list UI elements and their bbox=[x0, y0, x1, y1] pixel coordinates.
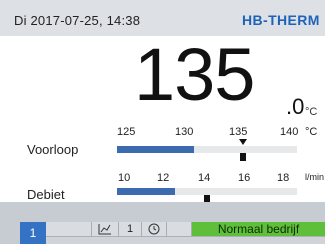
voorloop-actual-marker bbox=[240, 153, 246, 161]
chart-icon[interactable] bbox=[92, 222, 119, 236]
voorloop-unit: °C bbox=[305, 126, 318, 138]
zone-tab[interactable]: 1 bbox=[20, 222, 46, 244]
voorloop-label: Voorloop bbox=[27, 142, 79, 157]
temperature-unit: °C bbox=[305, 106, 318, 118]
datetime: Di 2017-07-25, 14:38 bbox=[14, 13, 141, 28]
status-bottom-row bbox=[46, 236, 325, 244]
voorloop-tick-label: 140 bbox=[280, 126, 299, 138]
voorloop-tick-label: 125 bbox=[117, 126, 136, 138]
voorloop-bar-fill bbox=[117, 146, 194, 153]
debiet-tick-label: 18 bbox=[277, 172, 290, 184]
zone-number: 1 bbox=[119, 222, 142, 236]
clock-icon[interactable] bbox=[142, 222, 167, 236]
operating-mode-badge[interactable]: Normaal bedrijf bbox=[192, 222, 325, 236]
brand-logo: HB-THERM bbox=[242, 12, 320, 28]
debiet-tick-label: 10 bbox=[118, 172, 131, 184]
status-cell-empty bbox=[167, 222, 192, 236]
debiet-bar-fill bbox=[117, 188, 175, 195]
voorloop-setpoint-marker bbox=[239, 139, 247, 145]
actual-temperature-value: 135 bbox=[134, 33, 255, 116]
hb-therm-display: Di 2017-07-25, 14:38 HB-THERM 135 .0 °C … bbox=[0, 0, 325, 244]
debiet-tick-label: 12 bbox=[157, 172, 170, 184]
voorloop-tick-label: 135 bbox=[229, 126, 248, 138]
header-bar: Di 2017-07-25, 14:38 HB-THERM bbox=[0, 0, 325, 36]
actual-temperature-decimal: .0 bbox=[286, 94, 305, 119]
status-cell-empty bbox=[46, 222, 92, 236]
debiet-tick-label: 16 bbox=[238, 172, 251, 184]
debiet-tick-label: 14 bbox=[198, 172, 211, 184]
debiet-label: Debiet bbox=[27, 187, 65, 202]
debiet-unit: l/min bbox=[305, 172, 325, 182]
voorloop-tick-label: 130 bbox=[175, 126, 194, 138]
